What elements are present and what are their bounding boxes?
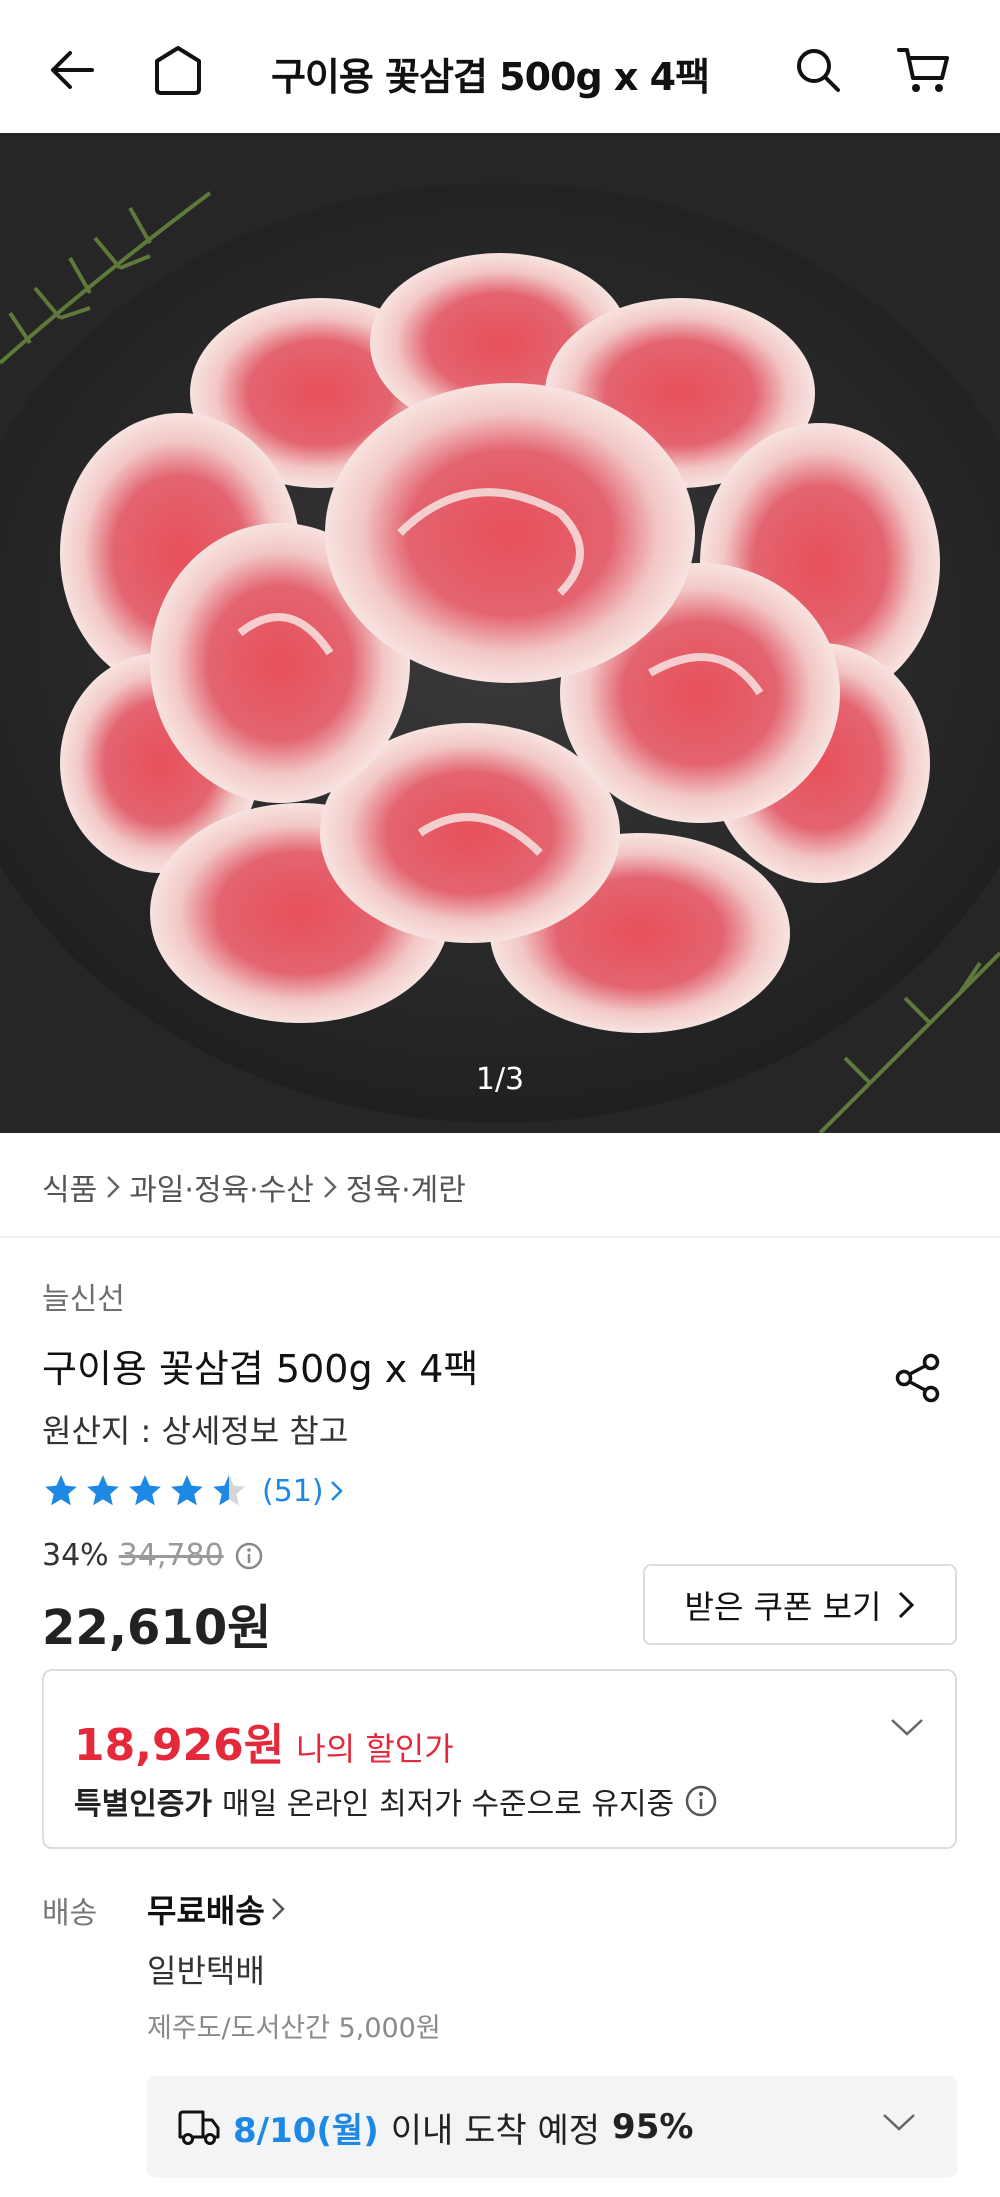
info-icon[interactable] — [684, 1784, 718, 1818]
my-deal-price: 18,926원 — [74, 1720, 285, 1771]
image-counter: 1/3 — [475, 1062, 525, 1097]
expand-button[interactable] — [889, 1717, 925, 1741]
free-shipping-text: 무료배송 — [147, 1892, 265, 1930]
discount-rate: 34% — [42, 1538, 109, 1573]
discount-row: 34% 34,780 — [42, 1538, 264, 1573]
shipping-label: 배송 — [42, 1896, 98, 1931]
chevron-right-icon — [103, 1173, 123, 1201]
breadcrumb-item[interactable]: 정육·계란 — [346, 1165, 466, 1209]
breadcrumb: 식품 과일·정육·수산 정육·계란 — [42, 1165, 466, 1209]
view-coupons-button[interactable]: 받은 쿠폰 보기 — [643, 1564, 957, 1645]
share-icon — [895, 1353, 940, 1403]
special-cert-badge: 특별인증가 — [74, 1787, 212, 1822]
eta-expand-button[interactable] — [881, 2112, 917, 2136]
half-star-icon — [213, 1475, 245, 1506]
star-icon — [45, 1475, 77, 1506]
star-icon — [87, 1475, 119, 1506]
star-icon — [171, 1475, 203, 1506]
shipping-extra-fee: 제주도/도서산간 5,000원 — [147, 2013, 441, 2044]
my-deal-box[interactable]: 18,926원 나의 할인가 특별인증가 매일 온라인 최저가 수준으로 유지중 — [42, 1669, 957, 1849]
eta-text: 이내 도착 예정 — [390, 2110, 601, 2151]
chevron-down-icon — [883, 2114, 915, 2131]
product-name: 구이용 꽃삼겹 500g x 4팩 — [42, 1347, 479, 1391]
my-deal-price-row: 18,926원 나의 할인가 — [74, 1709, 454, 1773]
star-rating — [42, 1472, 248, 1510]
chevron-right-icon — [899, 1591, 915, 1618]
product-image[interactable] — [0, 133, 1000, 1133]
star-icon — [129, 1475, 161, 1506]
pork-belly-photo — [0, 133, 1000, 1133]
eta-date: 8/10(월) — [233, 2110, 379, 2151]
sale-price: 22,610원 — [42, 1600, 272, 1656]
chevron-right-icon — [330, 1481, 343, 1501]
chevron-down-icon — [891, 1719, 923, 1736]
chevron-right-icon — [271, 1898, 285, 1920]
home-button[interactable] — [146, 38, 210, 102]
cart-button[interactable] — [892, 38, 956, 102]
price-guarantee-row: 특별인증가 매일 온라인 최저가 수준으로 유지중 — [74, 1779, 718, 1823]
my-deal-label: 나의 할인가 — [296, 1730, 454, 1768]
review-count: (51) — [262, 1473, 324, 1509]
cart-icon — [897, 48, 949, 92]
search-icon — [797, 49, 840, 92]
rating-row[interactable]: (51) — [42, 1472, 344, 1510]
back-button[interactable] — [40, 38, 104, 102]
page-title: 구이용 꽃삼겹 500g x 4팩 — [270, 55, 710, 99]
truck-icon — [178, 2110, 220, 2145]
coupon-button-label: 받은 쿠폰 보기 — [684, 1587, 882, 1626]
chevron-right-icon — [320, 1173, 340, 1201]
shipping-method: 일반택배 — [147, 1952, 265, 1990]
top-app-bar: 구이용 꽃삼겹 500g x 4팩 — [0, 0, 1000, 133]
origin-info: 원산지 : 상세정보 참고 — [42, 1412, 349, 1450]
breadcrumb-item[interactable]: 과일·정육·수산 — [129, 1165, 314, 1209]
share-button[interactable] — [886, 1346, 950, 1410]
brand-name[interactable]: 늘신선 — [42, 1274, 125, 1318]
info-icon[interactable] — [234, 1541, 264, 1571]
free-shipping-link[interactable]: 무료배송 — [147, 1886, 285, 1932]
arrow-left-icon — [51, 51, 94, 89]
section-divider — [0, 1236, 1000, 1238]
breadcrumb-item[interactable]: 식품 — [42, 1165, 97, 1209]
home-icon — [155, 46, 201, 95]
price-guarantee-note: 매일 온라인 최저가 수준으로 유지중 — [222, 1787, 675, 1822]
delivery-eta-box[interactable]: 8/10(월) 이내 도착 예정 95% — [147, 2076, 957, 2178]
search-button[interactable] — [786, 38, 850, 102]
original-price: 34,780 — [118, 1538, 224, 1573]
eta-percentage: 95% — [612, 2107, 694, 2147]
review-count-link[interactable]: (51) — [262, 1474, 344, 1509]
